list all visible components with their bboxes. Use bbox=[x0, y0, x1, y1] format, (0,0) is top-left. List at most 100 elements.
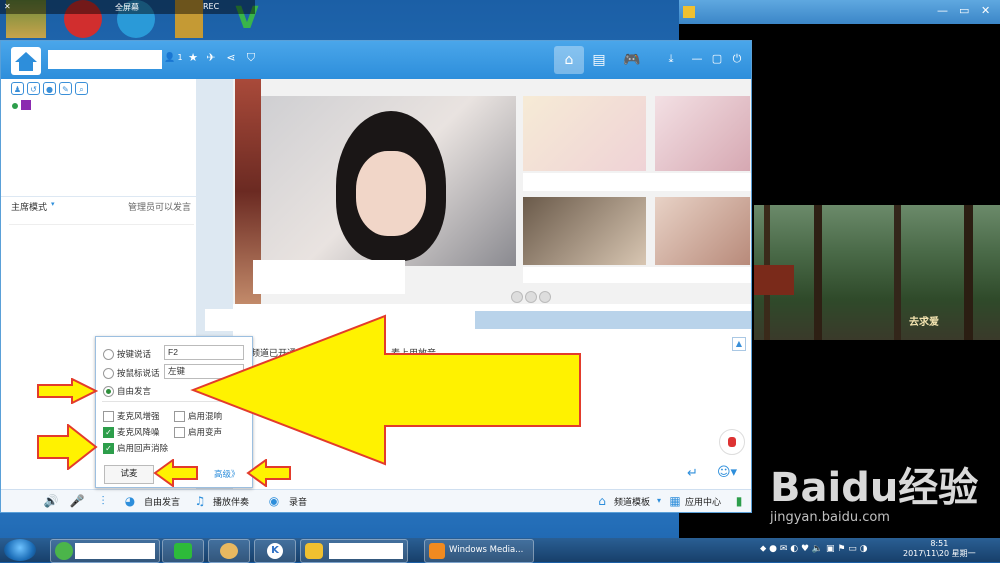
mic-boost-checkbox[interactable] bbox=[103, 411, 114, 422]
minimize-icon[interactable]: — bbox=[689, 51, 705, 67]
taskbar-media-player[interactable]: Windows Media... bbox=[424, 539, 534, 563]
photo-4-caption bbox=[523, 267, 751, 283]
photo-gallery bbox=[233, 79, 751, 304]
app-center[interactable]: 应用中心 bbox=[685, 495, 721, 508]
mouse-key-radio[interactable] bbox=[103, 368, 114, 379]
echo-cancel-label: 启用回声消除 bbox=[117, 444, 169, 454]
tray-icons[interactable]: ⬥ ● ✉ ◐ ♥ 🔈 ▣ ⚑ ▭ ◑ bbox=[760, 544, 895, 556]
emoji-icon[interactable]: ☺▾ bbox=[717, 465, 737, 480]
play-accompaniment[interactable]: 播放伴奏 bbox=[213, 495, 249, 508]
watermark-url: jingyan.baidu.com bbox=[770, 510, 890, 525]
free-speech-label: 自由发言 bbox=[117, 387, 152, 397]
app-grid-icon[interactable]: ▦ bbox=[667, 493, 683, 509]
close-icon[interactable]: ✕ bbox=[4, 2, 11, 11]
try-mic-button[interactable]: 试麦 bbox=[104, 465, 154, 484]
music-note-icon[interactable]: ♫ bbox=[192, 493, 208, 509]
close-icon[interactable]: ✕ bbox=[981, 4, 990, 17]
carousel-dot[interactable] bbox=[539, 291, 551, 303]
plane-icon[interactable]: ✈ bbox=[204, 51, 218, 65]
recorder-bar: ✕ 全屏幕 REC bbox=[0, 0, 255, 14]
taskbar-browser[interactable] bbox=[50, 539, 160, 563]
voice-change-checkbox[interactable] bbox=[174, 427, 185, 438]
channel-name-box bbox=[48, 50, 162, 69]
main-photo[interactable] bbox=[261, 96, 516, 266]
yy-title-box bbox=[329, 543, 403, 559]
clock[interactable]: 8:51 2017\11\20 星期一 bbox=[903, 539, 976, 559]
online-status-dot bbox=[12, 103, 18, 109]
free-speech-mode[interactable]: 自由发言 bbox=[144, 495, 180, 508]
minimize-icon[interactable]: — bbox=[937, 4, 948, 17]
home-logo[interactable] bbox=[11, 47, 41, 75]
tab-game[interactable]: 🎮 bbox=[617, 46, 647, 74]
carousel-dot[interactable] bbox=[511, 291, 523, 303]
signal-icon: ▮ bbox=[735, 494, 743, 508]
yy-icon bbox=[305, 543, 323, 559]
maximize-icon[interactable]: ▭ bbox=[959, 4, 969, 17]
ptt-key-radio[interactable] bbox=[103, 349, 114, 360]
photo-2-caption bbox=[523, 173, 751, 191]
record-button[interactable]: 录音 bbox=[289, 495, 307, 508]
media-player-icon bbox=[429, 543, 445, 559]
edit-icon[interactable]: ✎ bbox=[59, 82, 72, 95]
rec-label[interactable]: REC bbox=[203, 2, 219, 11]
echo-cancel-checkbox[interactable]: ✓ bbox=[103, 443, 114, 454]
channel-template[interactable]: 频道模板 bbox=[614, 495, 650, 508]
app-icon bbox=[683, 6, 695, 18]
carousel-dots[interactable] bbox=[511, 291, 553, 306]
chevron-down-icon[interactable]: ▾ bbox=[51, 200, 55, 208]
mouse-key-label: 按鼠标说话 bbox=[117, 369, 160, 379]
taskbar-k-app[interactable]: K bbox=[254, 539, 296, 563]
clock-date: 2017\11\20 星期一 bbox=[903, 549, 976, 558]
tab-home[interactable]: ⌂ bbox=[554, 46, 584, 74]
template-icon[interactable]: ⌂ bbox=[594, 493, 610, 509]
scroll-up-button[interactable]: ▲ bbox=[732, 337, 746, 351]
taskbar-yy[interactable] bbox=[300, 539, 408, 563]
watermark-logo: Baidu经验 bbox=[770, 465, 979, 511]
history-icon[interactable]: ↺ bbox=[27, 82, 40, 95]
star-icon[interactable]: ★ bbox=[186, 51, 200, 65]
browser-title-box bbox=[75, 543, 155, 559]
clock-time: 8:51 bbox=[930, 539, 949, 548]
location-icon[interactable]: ● bbox=[43, 82, 56, 95]
mode-selector[interactable]: 主席模式 bbox=[11, 200, 47, 213]
start-button[interactable] bbox=[4, 539, 36, 561]
fullscreen-label[interactable]: 全屏幕 bbox=[115, 2, 139, 13]
advanced-link[interactable]: 高级》 bbox=[214, 468, 240, 480]
send-icon[interactable]: ↵ bbox=[687, 466, 698, 481]
reverb-checkbox[interactable] bbox=[174, 411, 185, 422]
chevron-down-icon[interactable]: ▾ bbox=[651, 493, 667, 509]
power-icon[interactable]: ⏻ bbox=[729, 51, 745, 67]
mixer-icon[interactable]: ⫶ bbox=[95, 493, 111, 509]
record-icon[interactable]: ◉ bbox=[266, 493, 282, 509]
free-speech-radio[interactable] bbox=[103, 386, 114, 397]
smile-icon[interactable]: ◕ bbox=[122, 493, 138, 509]
taskbar: K Windows Media... ⬥ ● ✉ ◐ ♥ 🔈 ▣ ⚑ ▭ ◑ 8… bbox=[0, 538, 1000, 563]
shield-icon[interactable]: ⛉ bbox=[244, 51, 258, 65]
house-icon bbox=[15, 52, 37, 71]
search-icon[interactable]: ⌕ bbox=[75, 82, 88, 95]
user-count: 1 bbox=[177, 53, 183, 62]
noise-reduction-label: 麦克风降噪 bbox=[117, 428, 160, 438]
carousel-dot[interactable] bbox=[525, 291, 537, 303]
channel-tree bbox=[9, 224, 194, 255]
maximize-icon[interactable]: ▢ bbox=[709, 51, 725, 67]
share-icon[interactable]: ⋖ bbox=[224, 51, 238, 65]
taskbar-paint[interactable] bbox=[208, 539, 250, 563]
bottom-toolbar: 🔊 🎤 ⫶ ◕ 自由发言 ♫ 播放伴奏 ◉ 录音 ⌂ 频道模板 ▾ ▦ 应用中心… bbox=[1, 489, 751, 512]
photo-5[interactable] bbox=[655, 197, 750, 265]
photo-3[interactable] bbox=[655, 96, 750, 171]
arrow-annotation-echo bbox=[37, 424, 98, 470]
taskbar-iqiyi[interactable] bbox=[162, 539, 204, 563]
tab-list[interactable]: ▤ bbox=[584, 46, 614, 74]
titlebar: 👤 1 ★ ✈ ⋖ ⛉ ⌂ ▤ 🎮 ⤓ — ▢ ⏻ bbox=[1, 41, 751, 79]
video-titlebar: — ▭ ✕ bbox=[679, 0, 1000, 24]
microphone-icon[interactable]: 🎤 bbox=[69, 493, 85, 509]
speaker-icon[interactable]: 🔊 bbox=[43, 493, 59, 509]
download-icon[interactable]: ⤓ bbox=[663, 51, 679, 67]
noise-reduction-checkbox[interactable]: ✓ bbox=[103, 427, 114, 438]
photo-2[interactable] bbox=[523, 96, 646, 171]
mode-row: 主席模式 ▾ 管理员可以发言 bbox=[1, 196, 196, 213]
photo-4[interactable] bbox=[523, 197, 646, 265]
contacts-icon[interactable]: ♟ bbox=[11, 82, 24, 95]
gift-icon[interactable] bbox=[719, 429, 745, 455]
